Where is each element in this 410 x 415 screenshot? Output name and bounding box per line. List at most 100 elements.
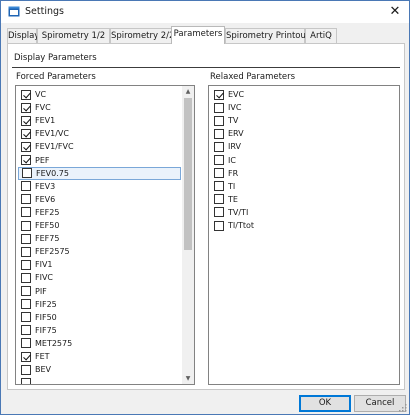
parameter-label: FEF25 — [35, 207, 60, 217]
checkbox[interactable] — [21, 128, 31, 139]
parameter-row[interactable]: MET2575 — [18, 337, 181, 350]
title-bar: Settings ✕ — [1, 1, 409, 23]
checkbox[interactable] — [21, 259, 31, 270]
checkbox[interactable] — [214, 220, 224, 231]
ok-button[interactable]: OK — [299, 395, 351, 412]
parameter-row[interactable]: FEV1/VC — [18, 127, 181, 140]
tab-artiq[interactable]: ArtiQ — [305, 28, 337, 43]
parameter-row[interactable]: FR — [211, 167, 397, 180]
tab-display[interactable]: Display — [7, 28, 39, 43]
parameter-label: PEF — [35, 155, 50, 165]
parameter-row[interactable]: TV — [211, 114, 397, 127]
parameter-row[interactable]: EVC — [211, 88, 397, 101]
checkbox[interactable] — [21, 181, 31, 192]
parameter-row[interactable]: FEV3 — [18, 180, 181, 193]
forced-list-scrollbar[interactable]: ▲ ▼ — [182, 86, 194, 384]
checkbox[interactable] — [21, 220, 31, 231]
checkbox[interactable] — [21, 299, 31, 310]
tab-spirometry-1-2[interactable]: Spirometry 1/2 — [37, 28, 110, 43]
parameter-label: IC — [228, 155, 236, 165]
parameter-label: FIF50 — [35, 312, 57, 322]
parameter-row[interactable]: FIF25 — [18, 298, 181, 311]
scroll-up-arrow-icon[interactable]: ▲ — [182, 86, 194, 97]
parameter-row[interactable]: FIF50 — [18, 311, 181, 324]
parameter-row[interactable]: FIV1 — [18, 258, 181, 271]
resize-grip-icon[interactable] — [399, 404, 407, 412]
parameter-label: TV — [228, 116, 239, 126]
parameter-label: MET2575 — [35, 338, 73, 348]
parameter-row[interactable]: FEF2575 — [18, 245, 181, 258]
checkbox[interactable] — [21, 115, 31, 126]
checkbox[interactable] — [214, 194, 224, 205]
checkbox[interactable] — [214, 168, 224, 179]
checkbox[interactable] — [21, 233, 31, 244]
parameter-row[interactable]: VC — [18, 88, 181, 101]
checkbox[interactable] — [214, 155, 224, 165]
parameter-row[interactable]: FEV1 — [18, 114, 181, 127]
parameter-label: TI/Ttot — [228, 221, 254, 230]
parameter-row[interactable]: FEF25 — [18, 206, 181, 219]
parameter-label: FIVC — [35, 273, 54, 283]
parameter-row[interactable]: PIF — [18, 285, 181, 298]
checkbox[interactable] — [214, 115, 224, 126]
parameter-label: FIV1 — [35, 260, 53, 270]
checkbox[interactable] — [21, 207, 31, 218]
checkbox[interactable] — [21, 364, 31, 375]
parameter-row[interactable]: IC — [211, 154, 397, 167]
checkbox[interactable] — [21, 325, 31, 336]
checkbox[interactable] — [214, 128, 224, 139]
parameter-row[interactable]: IVC — [211, 101, 397, 114]
checkbox[interactable] — [21, 286, 31, 296]
tab-spirometry-printout[interactable]: Spirometry Printout — [225, 28, 309, 43]
checkbox[interactable] — [214, 207, 224, 218]
checkbox[interactable] — [214, 181, 224, 192]
close-button[interactable]: ✕ — [381, 1, 409, 23]
checkbox[interactable] — [214, 141, 224, 152]
checkbox[interactable] — [21, 102, 31, 113]
parameter-label: FEV1 — [35, 116, 56, 126]
checkbox[interactable] — [214, 102, 224, 113]
parameter-label: FET — [35, 352, 50, 361]
parameter-row[interactable]: FEV6 — [18, 193, 181, 206]
parameter-row[interactable]: BEV — [18, 363, 181, 376]
checkbox[interactable] — [21, 312, 31, 323]
parameter-row[interactable]: TI/Ttot — [211, 219, 397, 232]
forced-parameters-list[interactable]: ▲ ▼ VC FVC FEV1 FEV1/VC FEV1/FVC PEF FEV0.75 FE… — [15, 85, 195, 385]
parameter-label: FEV3 — [35, 181, 56, 191]
parameter-row[interactable] — [18, 376, 181, 384]
checkbox[interactable] — [214, 89, 224, 100]
parameter-label: FEV1/FVC — [35, 142, 74, 152]
checkbox[interactable] — [21, 194, 31, 205]
parameter-row[interactable]: FET — [18, 350, 181, 363]
parameter-label: BEV — [35, 365, 52, 375]
parameter-row[interactable]: IRV — [211, 140, 397, 153]
parameter-row[interactable]: FEF50 — [18, 219, 181, 232]
parameter-row[interactable]: FEF75 — [18, 232, 181, 245]
checkbox[interactable] — [21, 351, 31, 362]
parameter-row[interactable]: FEV1/FVC — [18, 140, 181, 153]
checkbox[interactable] — [22, 168, 32, 179]
checkbox[interactable] — [21, 272, 31, 283]
checkbox[interactable] — [21, 141, 31, 152]
checkbox[interactable] — [21, 246, 31, 257]
checkbox[interactable] — [21, 377, 31, 384]
parameter-row[interactable]: PEF — [18, 154, 181, 167]
parameter-row[interactable]: FEV0.75 — [18, 166, 181, 180]
checkbox[interactable] — [21, 89, 31, 100]
parameter-row[interactable]: FVC — [18, 101, 181, 114]
checkbox[interactable] — [21, 338, 31, 349]
group-divider — [12, 67, 400, 68]
parameter-row[interactable]: TI — [211, 180, 397, 193]
parameter-row[interactable]: ERV — [211, 127, 397, 140]
checkbox[interactable] — [21, 155, 31, 165]
parameters-panel: Display Parameters Forced Parameters Rel… — [7, 43, 405, 390]
parameter-row[interactable]: TV/TI — [211, 206, 397, 219]
tab-spirometry-2-2[interactable]: Spirometry 2/2 — [110, 28, 174, 43]
relaxed-parameters-list[interactable]: EVC IVC TV ERV IRV IC FR TI TE TV/TI TI/Ttot — [208, 85, 400, 385]
scroll-down-arrow-icon[interactable]: ▼ — [182, 373, 194, 384]
parameter-row[interactable]: TE — [211, 193, 397, 206]
parameter-row[interactable]: FIVC — [18, 271, 181, 284]
scroll-thumb[interactable] — [184, 98, 192, 250]
parameter-row[interactable]: FIF75 — [18, 324, 181, 337]
tab-parameters[interactable]: Parameters — [171, 26, 225, 44]
